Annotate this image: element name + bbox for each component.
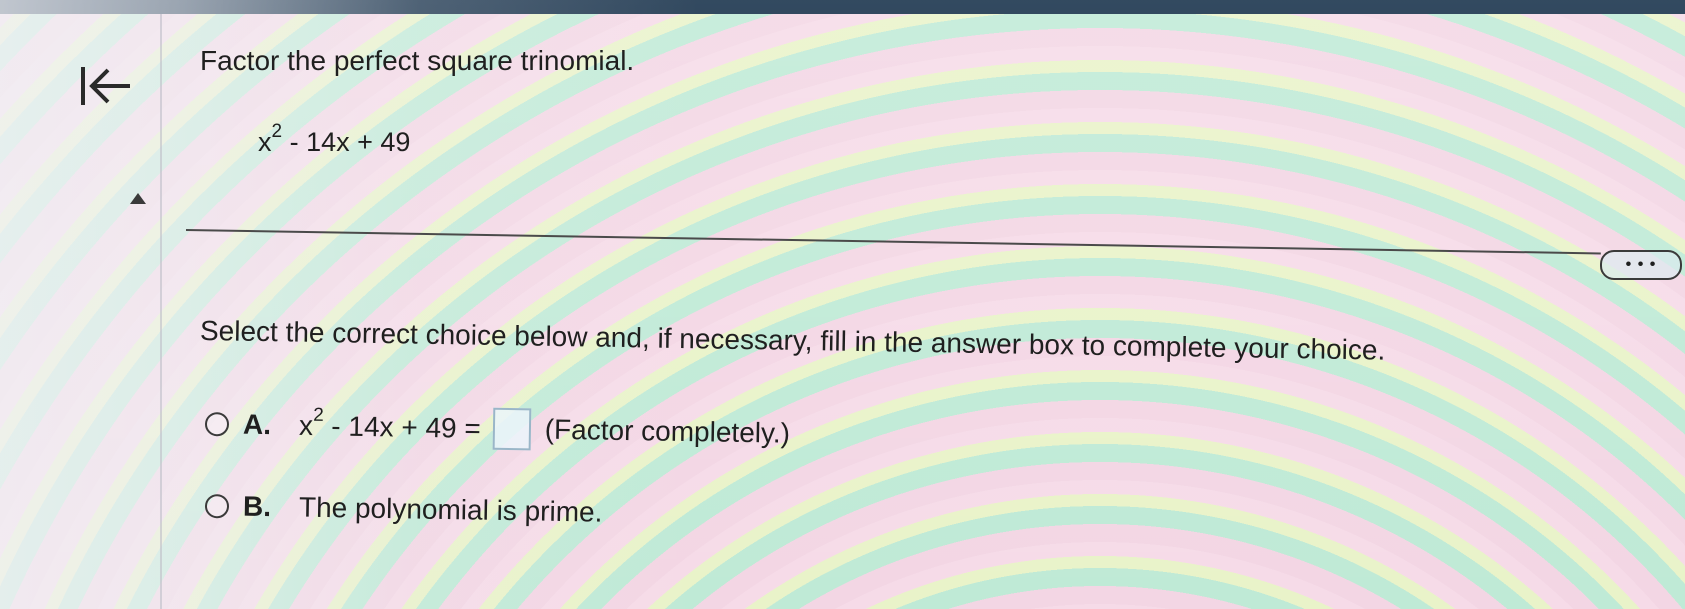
instruction-text: Select the correct choice below and, if … [199, 315, 1386, 366]
choice-a-exponent: 2 [312, 405, 324, 427]
given-expression: x2 - 14x + 49 [258, 121, 411, 158]
choice-a[interactable]: A. x2 - 14x + 49 = (Factor completely.) [204, 403, 791, 455]
choice-b-radio[interactable] [204, 494, 230, 519]
choice-b-text: The polynomial is prime. [298, 491, 603, 528]
choice-a-rest: - 14x + 49 = [323, 410, 482, 445]
question-title: Factor the perfect square trinomial. [200, 45, 635, 76]
choice-b-letter: B. [242, 490, 272, 523]
answer-input-box[interactable] [492, 407, 532, 451]
choice-a-expression: x2 - 14x + 49 = [298, 405, 482, 445]
section-divider [185, 229, 1601, 255]
choice-a-base: x [298, 410, 314, 442]
left-panel-edge [160, 14, 162, 609]
more-options-button[interactable]: • • • [1600, 250, 1682, 280]
expression-exponent: 2 [271, 121, 283, 142]
collapse-triangle-icon[interactable] [130, 193, 146, 204]
expression-base: x [258, 127, 272, 157]
top-bar [0, 0, 1685, 14]
choice-a-letter: A. [242, 408, 272, 441]
choice-b[interactable]: B. The polynomial is prime. [204, 490, 603, 529]
choice-a-radio[interactable] [204, 412, 230, 437]
expression-rest: - 14x + 49 [282, 127, 411, 157]
back-to-start-icon [78, 63, 134, 109]
back-to-start-button[interactable] [74, 58, 138, 114]
choice-a-note: (Factor completely.) [544, 413, 791, 449]
